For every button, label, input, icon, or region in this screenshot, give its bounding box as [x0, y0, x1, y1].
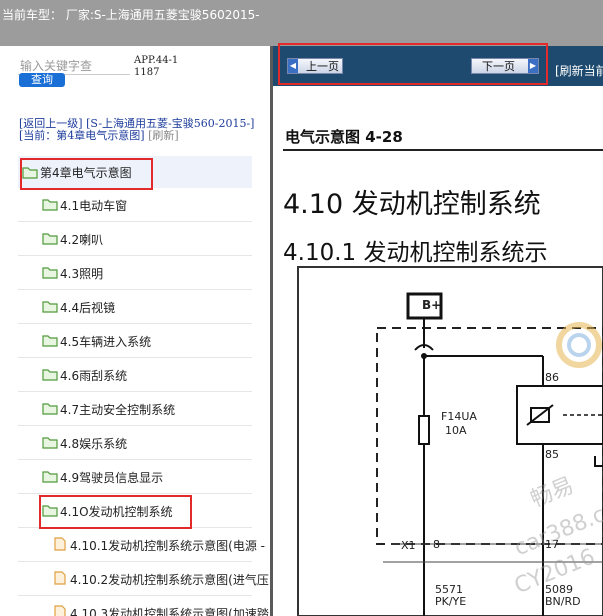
tree-file-item[interactable]: 4.10.1发动机控制系统示意图(电源 -	[18, 528, 265, 562]
tree-item-label: 4.7主动安全控制系统	[60, 403, 176, 417]
folder-icon	[42, 403, 58, 415]
tree-item[interactable]: 4.4后视镜	[18, 290, 252, 324]
folder-icon	[42, 233, 58, 245]
tree-file-item[interactable]: 4.10.2发动机控制系统示意图(进气压	[18, 562, 269, 596]
document-viewer: 电气示意图 4-28 4.10 发动机控制系统 4.10.1 发动机控制系统示 …	[273, 86, 603, 616]
tree-item-label: 4.6雨刮系统	[60, 369, 128, 383]
file-icon	[54, 571, 66, 585]
folder-icon	[42, 267, 58, 279]
tree-item[interactable]: 4.8娱乐系统	[18, 426, 252, 460]
tree-item[interactable]: 4.9驾驶员信息显示	[18, 460, 252, 494]
fuse-rating: 10A	[445, 424, 467, 437]
tree-item[interactable]: 4.1电动车窗	[18, 188, 252, 222]
fuse-id: F14UA	[441, 410, 477, 423]
connector-pin-left: 8	[433, 538, 440, 551]
highlight-box-engine	[39, 495, 192, 529]
tree-item[interactable]: 4.2喇叭	[18, 222, 252, 256]
tree-file-label: 4.10.3发动机控制系统示意图(加速踏	[70, 607, 269, 616]
breadcrumb: [返回上一级] [S-上海通用五菱-宝骏560-2015-] [当前：第4章电气…	[19, 118, 264, 142]
tree-item[interactable]: 4.3照明	[18, 256, 252, 290]
highlight-box-root	[20, 158, 153, 190]
refresh-current-link[interactable]: [刷新当前	[555, 62, 603, 79]
relay-pin-85: 85	[545, 448, 559, 461]
folder-icon	[42, 437, 58, 449]
tree-item[interactable]: 4.7主动安全控制系统	[18, 392, 252, 426]
folder-icon	[42, 369, 58, 381]
folder-icon	[42, 471, 58, 483]
app-code: APP.44-11187	[134, 55, 179, 78]
tree-item-label: 4.3照明	[60, 267, 104, 281]
relay-pin-86: 86	[545, 371, 559, 384]
left-panel: 查询 APP.44-11187 [返回上一级] [S-上海通用五菱-宝骏560-…	[0, 46, 270, 616]
folder-icon	[42, 301, 58, 313]
tree-item-label: 4.5车辆进入系统	[60, 335, 152, 349]
current-prefix: [当前：	[19, 129, 57, 142]
chapter-tree: 第4章电气示意图 4.1电动车窗 4.2喇叭 4.3照明 4.4后视镜 4.5车辆进入系…	[18, 156, 269, 616]
tree-item[interactable]: 4.5车辆进入系统	[18, 324, 252, 358]
query-button[interactable]: 查询	[19, 73, 65, 87]
current-chapter: 第4章电气示意图]	[56, 129, 145, 142]
refresh-link[interactable]: [刷新]	[148, 129, 179, 142]
file-icon	[54, 537, 66, 551]
tree-item[interactable]: 4.6雨刮系统	[18, 358, 252, 392]
power-label: B+	[422, 298, 442, 312]
folder-icon	[42, 199, 58, 211]
wire-right-color: BN/RD	[545, 595, 581, 608]
tree-file-label: 4.10.2发动机控制系统示意图(进气压	[70, 573, 269, 587]
tree-item-label: 4.1电动车窗	[60, 199, 128, 213]
watermark-logo-icon	[556, 322, 602, 368]
tree-file-item[interactable]: 4.10.3发动机控制系统示意图(加速踏	[18, 596, 269, 616]
wire-left-color: PK/YE	[435, 595, 467, 608]
current-vehicle-title: 当前车型： 厂家:S-上海通用五菱宝骏5602015-	[2, 8, 260, 22]
folder-icon	[42, 335, 58, 347]
top-bar: 当前车型： 厂家:S-上海通用五菱宝骏5602015-	[0, 0, 603, 46]
connector-id: X1	[401, 539, 416, 552]
tree-file-label: 4.10.1发动机控制系统示意图(电源 -	[70, 539, 265, 553]
tree-item-label: 4.2喇叭	[60, 233, 104, 247]
file-icon	[54, 605, 66, 616]
highlight-box-nav	[278, 43, 548, 85]
tree-item-label: 4.8娱乐系统	[60, 437, 128, 451]
tree-item-label: 4.9驾驶员信息显示	[60, 471, 164, 485]
tree-item-label: 4.4后视镜	[60, 301, 116, 315]
